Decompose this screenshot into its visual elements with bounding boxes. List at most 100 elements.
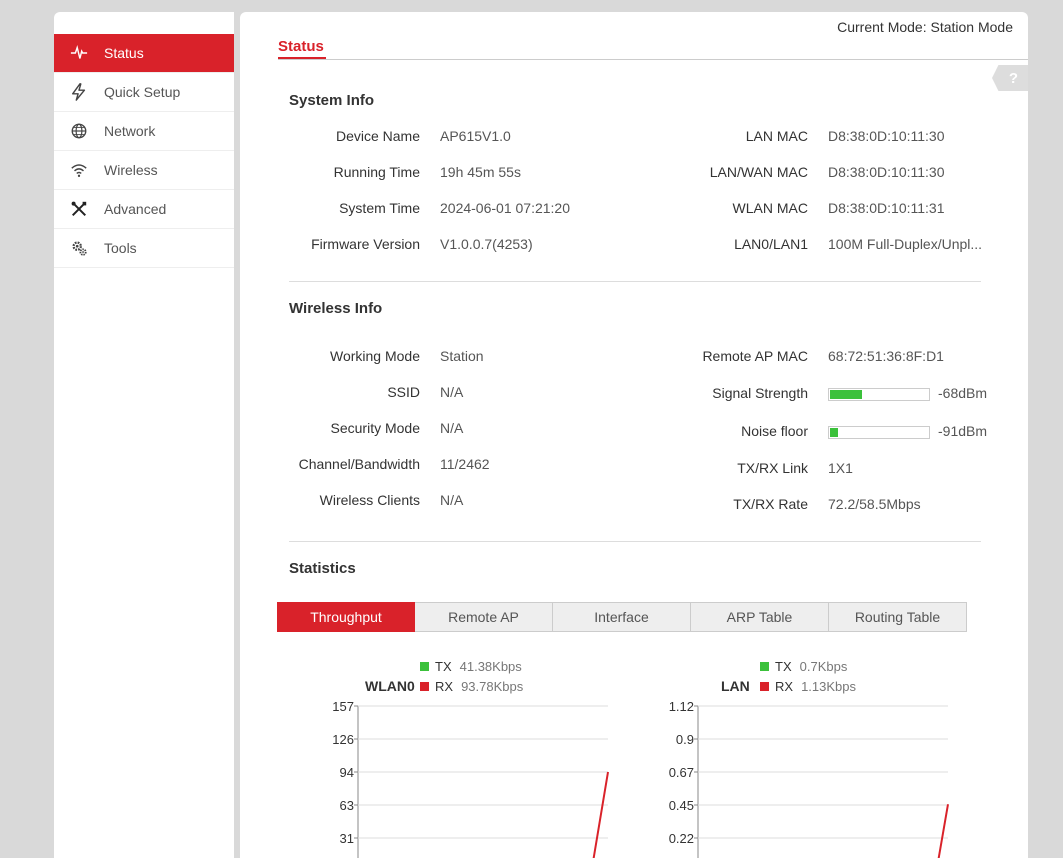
sidebar-item-label: Tools — [104, 240, 137, 256]
statistics-title: Statistics — [289, 560, 356, 577]
info-label: Firmware Version — [311, 236, 420, 252]
legend-swatch-rx — [420, 681, 429, 691]
series-line-rx — [592, 771, 609, 858]
info-label: Wireless Clients — [319, 492, 420, 508]
legend-value: 0.7Kbps — [799, 658, 848, 674]
tab-remote-ap[interactable]: Remote AP — [415, 602, 553, 632]
section-divider — [289, 541, 981, 542]
chart-legend-wlan0: TX 41.38Kbps RX 93.78Kbps — [420, 656, 523, 696]
info-label: LAN/WAN MAC — [709, 164, 808, 180]
y-tick-label: 0.9 — [676, 732, 694, 747]
page-title: Status — [278, 38, 324, 55]
sidebar-item-quick-setup[interactable]: Quick Setup — [54, 73, 234, 112]
sidebar: Status Quick Setup Network Wireless Adva… — [54, 12, 234, 858]
y-tick-label: 1.12 — [669, 699, 694, 714]
info-value: 72.2/58.5Mbps — [828, 496, 921, 512]
sidebar-item-wireless[interactable]: Wireless — [54, 151, 234, 190]
tab-routing-table[interactable]: Routing Table — [829, 602, 967, 632]
legend-entry: TX 0.7Kbps — [760, 656, 856, 676]
info-label: WLAN MAC — [732, 200, 808, 216]
info-value: D8:38:0D:10:11:30 — [828, 128, 945, 144]
info-label: TX/RX Link — [737, 460, 808, 476]
info-row: Signal Strength -68dBm — [628, 383, 987, 403]
info-row: Remote AP MAC 68:72:51:36:8F:D1 — [628, 346, 944, 366]
noise-bar-fill — [830, 427, 838, 437]
noise-value: -91dBm — [938, 423, 988, 439]
signal-value: -68dBm — [938, 385, 988, 401]
info-row: Security Mode N/A — [240, 418, 464, 438]
info-value: D8:38:0D:10:11:31 — [828, 200, 945, 216]
y-tick-label: 0.45 — [669, 798, 694, 813]
info-label: Device Name — [335, 128, 420, 144]
info-row: System Time 2024-06-01 07:21:20 — [240, 198, 570, 218]
info-row: TX/RX Link 1X1 — [628, 458, 853, 478]
info-value: D8:38:0D:10:11:30 — [828, 164, 945, 180]
main-panel: Current Mode: Station Mode Status ? Syst… — [240, 12, 1028, 858]
section-divider — [289, 281, 981, 282]
y-tick-label: 0.22 — [669, 831, 694, 846]
info-row: Firmware Version V1.0.0.7(4253) — [240, 234, 533, 254]
help-button[interactable]: ? — [992, 65, 1028, 91]
info-row: LAN MAC D8:38:0D:10:11:30 — [628, 126, 945, 146]
system-info-title: System Info — [289, 92, 375, 109]
wifi-icon — [54, 161, 104, 179]
sidebar-item-advanced[interactable]: Advanced — [54, 190, 234, 229]
info-row: SSID N/A — [240, 382, 463, 402]
noise-bar — [828, 425, 930, 439]
chart-lan: 1.12 0.9 0.67 0.45 0.22 — [669, 699, 949, 858]
info-label: System Time — [339, 200, 420, 216]
y-tick-label: 126 — [332, 732, 354, 747]
info-row: LAN0/LAN1 100M Full-Duplex/Unpl... — [628, 234, 982, 254]
info-value: Station — [440, 348, 484, 364]
info-row: Wireless Clients N/A — [240, 490, 464, 510]
info-label: LAN0/LAN1 — [734, 236, 808, 252]
sidebar-item-label: Network — [104, 123, 156, 139]
lightning-icon — [54, 83, 104, 101]
info-value: 19h 45m 55s — [440, 164, 521, 180]
tools-cross-icon — [54, 200, 104, 218]
tab-throughput[interactable]: Throughput — [277, 602, 415, 632]
info-label: Noise floor — [741, 423, 808, 439]
info-value: N/A — [440, 420, 464, 436]
sidebar-item-label: Wireless — [104, 162, 158, 178]
tab-arp-table[interactable]: ARP Table — [691, 602, 829, 632]
info-row: Running Time 19h 45m 55s — [240, 162, 521, 182]
info-label: LAN MAC — [745, 128, 808, 144]
signal-bar — [828, 387, 930, 401]
page-title-underline — [278, 57, 326, 59]
info-label: Running Time — [333, 164, 420, 180]
info-label: Remote AP MAC — [702, 348, 808, 364]
info-label: SSID — [387, 384, 420, 400]
info-row: TX/RX Rate 72.2/58.5Mbps — [628, 494, 921, 514]
sidebar-item-network[interactable]: Network — [54, 112, 234, 151]
info-row: LAN/WAN MAC D8:38:0D:10:11:30 — [628, 162, 945, 182]
sidebar-item-tools[interactable]: Tools — [54, 229, 234, 268]
series-line-rx — [937, 804, 949, 858]
info-value: 2024-06-01 07:21:20 — [440, 200, 570, 216]
sidebar-item-label: Status — [104, 45, 144, 61]
wireless-info-title: Wireless Info — [289, 300, 383, 317]
chart-wlan0: 157 126 94 63 31 — [332, 699, 609, 858]
statistics-tabs: Throughput Remote AP Interface ARP Table… — [277, 602, 967, 632]
info-row: Channel/Bandwidth 11/2462 — [240, 454, 490, 474]
info-value: V1.0.0.7(4253) — [440, 236, 533, 252]
signal-meter: -68dBm — [828, 385, 987, 401]
info-value: 100M Full-Duplex/Unpl... — [828, 236, 983, 252]
legend-swatch-tx — [420, 661, 429, 671]
info-value: 1X1 — [828, 460, 853, 476]
sidebar-item-status[interactable]: Status — [54, 34, 234, 73]
info-label: Security Mode — [330, 420, 420, 436]
info-row: Device Name AP615V1.0 — [240, 126, 511, 146]
legend-swatch-tx — [760, 661, 769, 671]
legend-name: TX — [435, 658, 452, 674]
sidebar-item-label: Quick Setup — [104, 84, 181, 100]
info-value: 11/2462 — [440, 456, 490, 472]
sidebar-item-label: Advanced — [104, 201, 167, 217]
noise-meter: -91dBm — [828, 423, 987, 439]
info-label: TX/RX Rate — [733, 496, 808, 512]
info-value: AP615V1.0 — [440, 128, 511, 144]
pulse-icon — [54, 44, 104, 62]
current-mode: Current Mode: Station Mode — [837, 19, 1013, 35]
legend-value: 41.38Kbps — [459, 658, 522, 674]
tab-interface[interactable]: Interface — [553, 602, 691, 632]
